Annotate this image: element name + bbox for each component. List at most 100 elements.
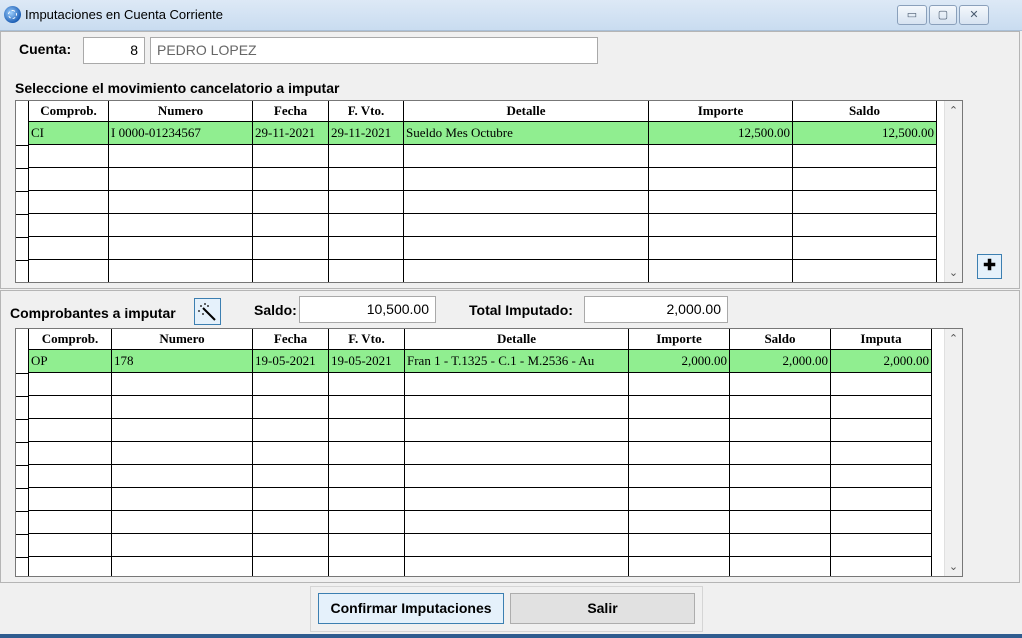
- maximize-button[interactable]: ▢: [929, 5, 957, 25]
- scroll-up-icon[interactable]: ⌃: [945, 332, 962, 345]
- taskbar-edge: [0, 634, 1022, 638]
- minimize-button[interactable]: ▭: [897, 5, 927, 25]
- table-cell: [830, 464, 932, 488]
- table-cell: [328, 487, 405, 511]
- table-cell: [729, 556, 831, 576]
- table-row[interactable]: [28, 556, 932, 576]
- table-cell: [28, 190, 109, 214]
- table-cell: [28, 510, 112, 534]
- column-header[interactable]: F. Vto.: [328, 329, 405, 350]
- saldo-field: 10,500.00: [299, 296, 436, 323]
- vouchers-scrollbar[interactable]: ⌃ ⌄: [944, 329, 962, 576]
- button-bar: Confirmar Imputaciones Salir: [310, 586, 703, 632]
- vouchers-heading: Comprobantes a imputar: [10, 305, 176, 321]
- table-cell: [830, 372, 932, 396]
- table-cell: [403, 236, 649, 260]
- table-cell: 12,500.00: [648, 121, 793, 145]
- confirm-imputations-button[interactable]: Confirmar Imputaciones: [318, 593, 504, 624]
- table-row[interactable]: [28, 533, 932, 557]
- table-row[interactable]: [28, 213, 937, 237]
- table-cell: [729, 533, 831, 557]
- table-cell: [648, 190, 793, 214]
- table-cell: [792, 259, 937, 282]
- column-header[interactable]: Comprob.: [28, 101, 109, 122]
- table-cell: [628, 487, 730, 511]
- table-cell: [648, 213, 793, 237]
- column-header[interactable]: Comprob.: [28, 329, 112, 350]
- scroll-up-icon[interactable]: ⌃: [945, 104, 962, 117]
- add-button[interactable]: ✚: [977, 254, 1002, 279]
- table-row[interactable]: [28, 167, 937, 191]
- table-cell: [328, 464, 405, 488]
- table-row[interactable]: [28, 418, 932, 442]
- table-row[interactable]: OP 178 19-05-2021 19-05-2021 Fran 1 - T.1325…: [28, 349, 932, 373]
- maximize-icon: ▢: [937, 9, 949, 21]
- column-header[interactable]: Numero: [111, 329, 253, 350]
- table-cell: [403, 190, 649, 214]
- table-cell: [628, 464, 730, 488]
- table-row[interactable]: [28, 190, 937, 214]
- scroll-down-icon[interactable]: ⌄: [945, 560, 962, 573]
- table-cell: [792, 213, 937, 237]
- column-header[interactable]: Importe: [628, 329, 730, 350]
- column-header[interactable]: Imputa: [830, 329, 932, 350]
- close-icon: ✕: [969, 9, 979, 21]
- table-row[interactable]: [28, 487, 932, 511]
- account-number-field[interactable]: 8: [83, 37, 145, 64]
- table-cell: [108, 190, 253, 214]
- table-row[interactable]: [28, 144, 937, 168]
- column-header[interactable]: Fecha: [252, 101, 329, 122]
- vouchers-grid[interactable]: Comprob. Numero Fecha F. Vto. Detalle Importe…: [15, 328, 963, 577]
- table-cell: [111, 418, 253, 442]
- column-header[interactable]: Saldo: [729, 329, 831, 350]
- movement-scrollbar[interactable]: ⌃ ⌄: [944, 101, 962, 282]
- close-button[interactable]: ✕: [959, 5, 989, 25]
- column-header[interactable]: Importe: [648, 101, 793, 122]
- table-cell: [404, 464, 629, 488]
- table-cell: [252, 236, 329, 260]
- column-header[interactable]: Numero: [108, 101, 253, 122]
- column-header[interactable]: Detalle: [404, 329, 629, 350]
- table-cell: [792, 167, 937, 191]
- plus-icon: ✚: [983, 257, 996, 274]
- table-row[interactable]: [28, 236, 937, 260]
- column-header[interactable]: Saldo: [792, 101, 937, 122]
- column-header[interactable]: Detalle: [403, 101, 649, 122]
- movement-grid[interactable]: Comprob. Numero Fecha F. Vto. Detalle Importe…: [15, 100, 963, 283]
- table-row[interactable]: [28, 510, 932, 534]
- table-cell: [328, 395, 405, 419]
- auto-impute-button[interactable]: [194, 298, 221, 325]
- table-cell: [108, 213, 253, 237]
- table-cell: [648, 236, 793, 260]
- table-cell: [252, 213, 329, 237]
- table-cell: [628, 395, 730, 419]
- table-row[interactable]: [28, 441, 932, 465]
- table-cell: [328, 372, 405, 396]
- table-cell: [628, 556, 730, 576]
- table-cell: Sueldo Mes Octubre: [403, 121, 649, 145]
- table-cell: [328, 236, 404, 260]
- table-cell: [28, 487, 112, 511]
- table-cell: [628, 418, 730, 442]
- table-row[interactable]: [28, 464, 932, 488]
- total-imputed-field: 2,000.00: [584, 296, 728, 323]
- table-cell: [792, 236, 937, 260]
- column-header[interactable]: F. Vto.: [328, 101, 404, 122]
- table-row[interactable]: [28, 259, 937, 282]
- table-cell: [404, 441, 629, 465]
- vouchers-table: Comprob. Numero Fecha F. Vto. Detalle Importe…: [28, 329, 932, 576]
- table-cell: [628, 441, 730, 465]
- table-cell: [328, 441, 405, 465]
- column-header[interactable]: Fecha: [252, 329, 329, 350]
- title-bar: Imputaciones en Cuenta Corriente ▭ ▢ ✕: [0, 0, 1022, 31]
- scroll-down-icon[interactable]: ⌄: [945, 266, 962, 279]
- table-cell: [328, 190, 404, 214]
- exit-button[interactable]: Salir: [510, 593, 695, 624]
- app-globe-icon: [4, 6, 21, 23]
- table-cell: [328, 167, 404, 191]
- table-row[interactable]: CI I 0000-01234567 29-11-2021 29-11-2021 Sue…: [28, 121, 937, 145]
- table-cell: [729, 372, 831, 396]
- table-row[interactable]: [28, 372, 932, 396]
- table-row[interactable]: [28, 395, 932, 419]
- window-title: Imputaciones en Cuenta Corriente: [25, 7, 224, 22]
